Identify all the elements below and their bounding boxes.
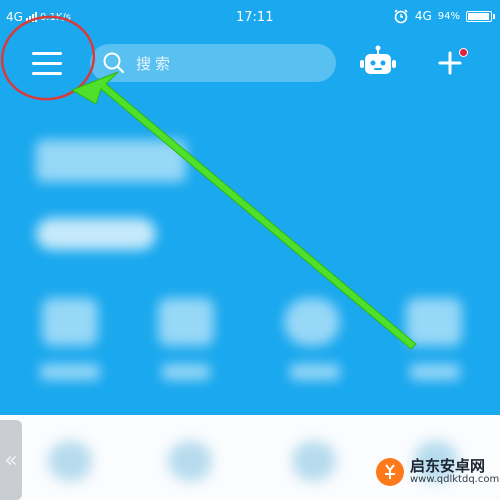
notification-dot (459, 48, 468, 57)
robot-icon[interactable] (356, 44, 400, 82)
sheet-icon-1 (48, 441, 92, 481)
blurred-label-1 (40, 364, 100, 380)
blurred-icon-3 (284, 298, 340, 346)
watermark-title: 启东安卓网 (410, 457, 486, 475)
side-drawer-handle[interactable]: « (0, 420, 22, 500)
blurred-title (36, 140, 186, 182)
sheet-icon-2 (168, 441, 212, 481)
hamburger-menu-icon[interactable] (22, 44, 72, 82)
search-placeholder: 搜索 (136, 54, 175, 73)
search-bar[interactable]: 搜索 (90, 44, 336, 82)
status-bar: 4G 0.1K/s 17:11 4G 94% (0, 0, 500, 34)
blurred-icon-1 (42, 298, 98, 346)
network-speed: 0.1K/s (39, 11, 71, 23)
battery-percent: 94% (437, 10, 460, 22)
add-button[interactable] (432, 44, 468, 82)
watermark: 启东安卓网 www.qdlktdq.com (376, 458, 499, 486)
side-tab-glyph: « (4, 447, 18, 473)
alarm-icon (394, 9, 408, 24)
status-left: 4G 0.1K/s (6, 10, 71, 24)
search-icon (103, 52, 125, 74)
sheet-icon-3 (292, 441, 336, 481)
status-right: 4G 94% (393, 8, 495, 24)
blurred-icon-4 (406, 298, 462, 346)
watermark-logo-icon (376, 458, 404, 486)
blurred-label-4 (410, 364, 460, 380)
blurred-pill (36, 218, 156, 250)
watermark-url: www.qdlktdq.com (410, 474, 500, 485)
status-time: 17:11 (236, 10, 274, 25)
top-bar: 搜索 (0, 36, 500, 90)
network-label-right: 4G (414, 9, 432, 23)
signal-icon (25, 12, 37, 22)
blurred-label-2 (162, 364, 210, 380)
network-label: 4G (6, 10, 23, 24)
blurred-icon-2 (158, 298, 214, 346)
battery-icon (466, 10, 495, 22)
battery-fill (468, 12, 489, 20)
blurred-label-3 (290, 364, 340, 380)
annotation-arrow (70, 71, 417, 350)
